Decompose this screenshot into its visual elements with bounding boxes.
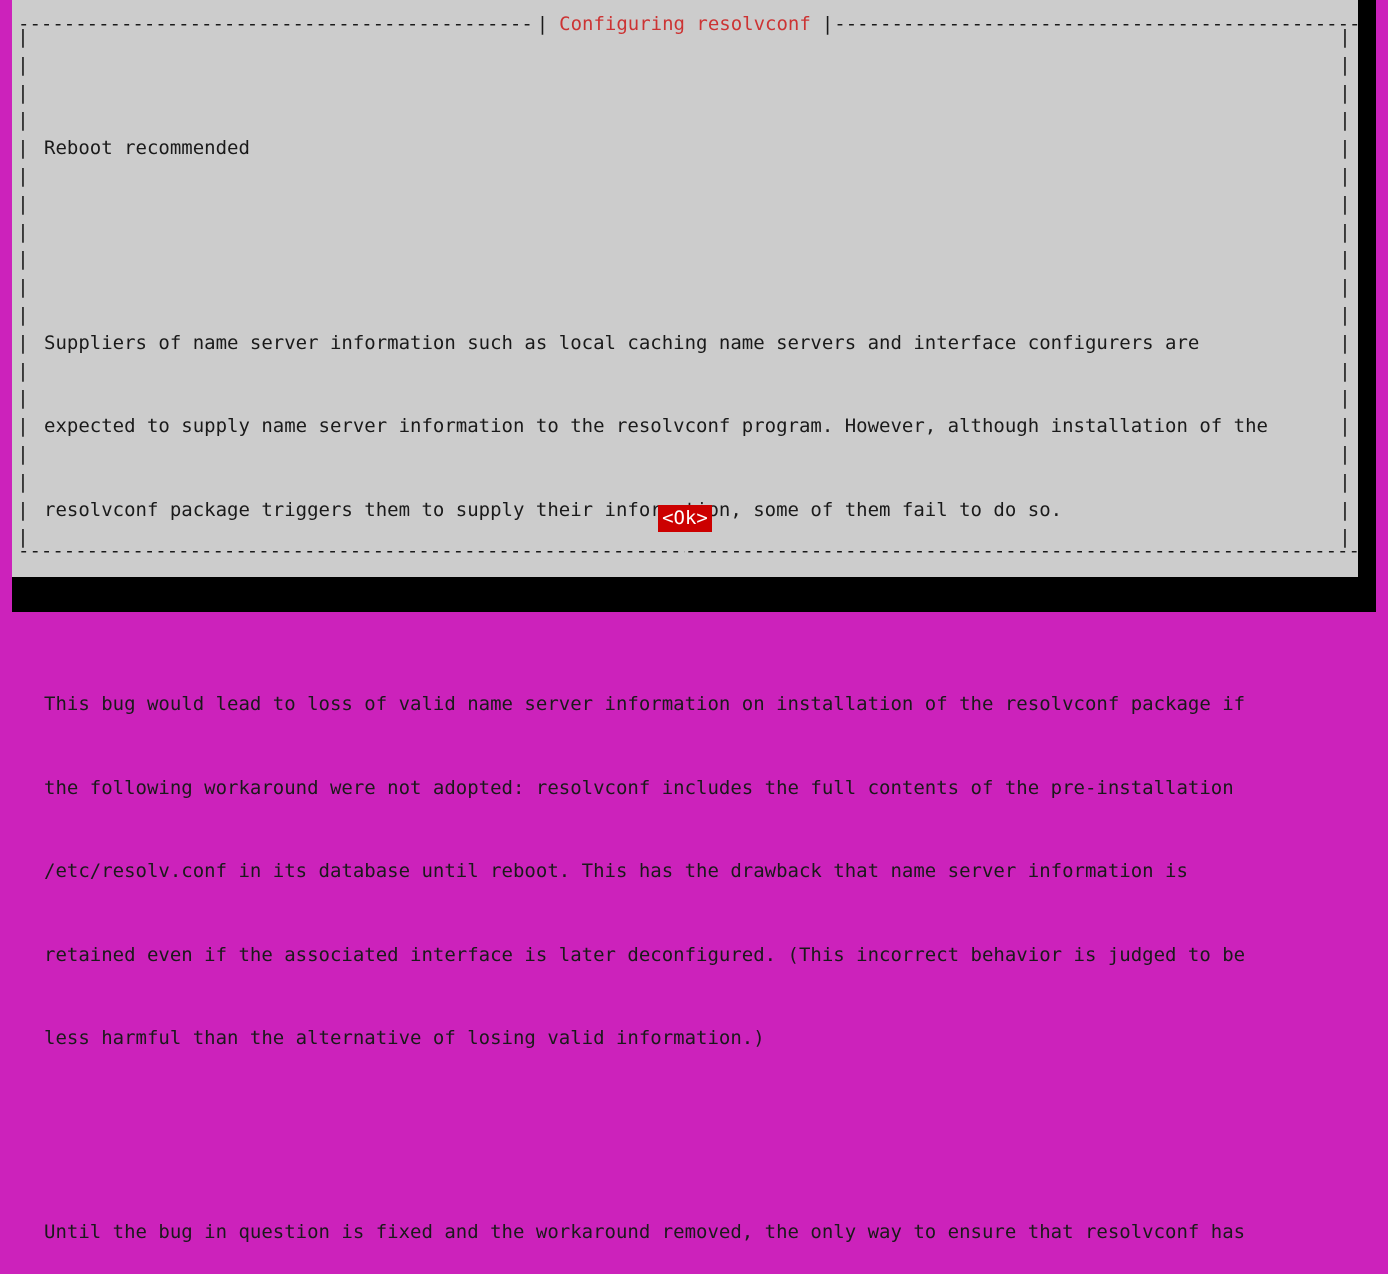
dialog-title: Configuring resolvconf [559, 13, 811, 35]
paragraph-bug-line-2: the following workaround were not adopte… [44, 776, 1234, 799]
dialog-top-border: ----------------------------------------… [12, 10, 1358, 38]
screen: ----------------------------------------… [0, 0, 1388, 1243]
paragraph-bug-line-5: less harmful than the alternative of los… [44, 1026, 765, 1049]
paragraph-until-line-1: Until the bug in question is fixed and t… [44, 1221, 1246, 1244]
paragraph-suppliers-line-1: Suppliers of name server information suc… [44, 331, 1200, 354]
top-border-bar-left: | [536, 13, 549, 35]
paragraph-suppliers-line-2: expected to supply name server informati… [44, 415, 1268, 438]
bottom-border-dashes-left: ----------------------------------------… [18, 540, 685, 562]
top-border-dashes-right: ----------------------------------------… [834, 13, 1358, 35]
paragraph-bug-line-3: /etc/resolv.conf in its database until r… [44, 860, 1188, 883]
top-border-dashes-left: ----------------------------------------… [18, 13, 536, 35]
dialog-bottom-border: ----------------------------------------… [12, 537, 1358, 565]
paragraph-bug-line-4: retained even if the associated interfac… [44, 943, 1246, 966]
top-border-bar-right: | [821, 13, 834, 35]
dialog-body: Reboot recommended Suppliers of name ser… [44, 52, 1324, 1274]
dialog-heading: Reboot recommended [44, 137, 250, 160]
dialog-right-border: | | | | | | | | | | | | | | | | | | | [1339, 26, 1351, 549]
configuring-resolvconf-dialog: ----------------------------------------… [12, 0, 1358, 1243]
paragraph-bug-line-1: This bug would lead to loss of valid nam… [44, 693, 1246, 716]
ok-button[interactable]: <Ok> [658, 505, 712, 532]
dialog-button-row: <Ok> [12, 505, 1358, 533]
dialog-left-border: | | | | | | | | | | | | | | | | | | | [17, 26, 29, 549]
bottom-border-dashes-right: ----------------------------------------… [685, 540, 1358, 562]
